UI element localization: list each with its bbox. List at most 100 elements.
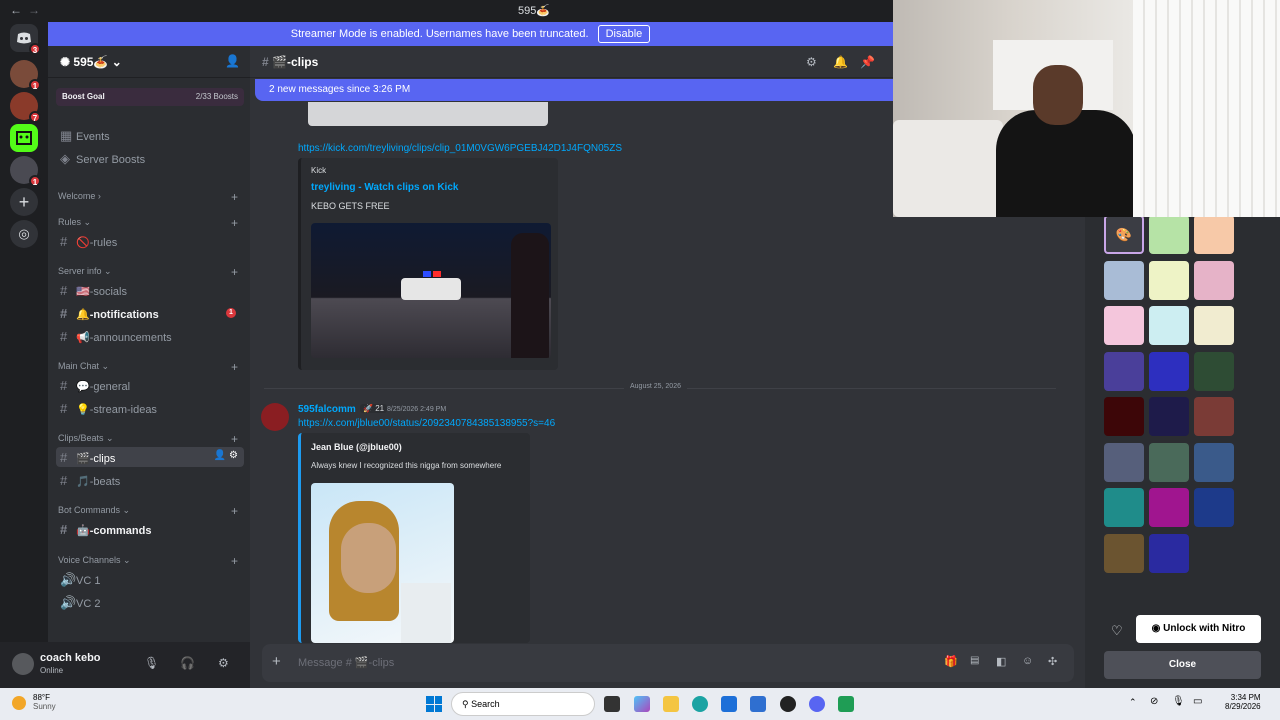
color-swatch[interactable] xyxy=(1194,306,1234,345)
channel-socials[interactable]: # 🇺🇸-socials xyxy=(56,280,244,300)
color-swatch[interactable] xyxy=(1104,533,1144,573)
bell-icon[interactable]: 🔔 xyxy=(833,55,848,69)
color-swatch[interactable] xyxy=(1104,260,1144,300)
embed-title[interactable]: treyliving - Watch clips on Kick xyxy=(311,182,458,193)
color-swatch[interactable] xyxy=(1104,397,1144,436)
sticker-icon[interactable]: ◧ xyxy=(996,655,1006,668)
color-swatch[interactable] xyxy=(1194,260,1234,300)
sidebar-item-events[interactable]: ▦ Events xyxy=(56,125,244,145)
plus-icon[interactable]: + xyxy=(272,653,281,670)
color-swatch[interactable] xyxy=(1194,351,1234,391)
close-button[interactable]: Close xyxy=(1104,651,1261,679)
category-welcome[interactable]: Welcome › + xyxy=(58,190,238,204)
task-view-icon[interactable] xyxy=(604,696,620,712)
kick-server-icon[interactable] xyxy=(10,124,38,152)
server-icon-595[interactable]: 1 xyxy=(10,60,41,91)
channel-beats[interactable]: # 🎵-beats xyxy=(56,470,244,490)
user-settings-gear-icon[interactable]: ⚙ xyxy=(218,656,229,670)
server-icon[interactable]: 1 xyxy=(10,156,41,187)
category-clips-beats[interactable]: Clips/Beats ⌄ + xyxy=(58,432,238,446)
category-main-chat[interactable]: Main Chat ⌄ + xyxy=(58,360,238,374)
add-channel-icon[interactable]: + xyxy=(231,432,238,446)
weather-widget[interactable]: 88°F Sunny xyxy=(33,693,56,711)
voice-channel-vc2[interactable]: 🔊VC 2 xyxy=(56,592,244,612)
color-swatch[interactable] xyxy=(1149,397,1189,436)
category-rules[interactable]: Rules ⌄ + xyxy=(58,216,238,230)
add-channel-icon[interactable]: + xyxy=(231,265,238,279)
copilot-icon[interactable] xyxy=(634,696,650,712)
display-icon[interactable]: ▭ xyxy=(1193,696,1202,707)
add-channel-icon[interactable]: + xyxy=(231,504,238,518)
voice-channel-vc1[interactable]: 🔊VC 1 xyxy=(56,569,244,589)
color-swatch[interactable] xyxy=(1149,533,1189,573)
color-swatch[interactable] xyxy=(1194,397,1234,436)
forward-arrow-icon[interactable]: → xyxy=(28,3,40,17)
category-voice-channels[interactable]: Voice Channels ⌄ + xyxy=(58,554,238,568)
embed-image[interactable] xyxy=(308,102,548,126)
channel-commands[interactable]: # 🤖-commands xyxy=(56,519,244,539)
custom-color-swatch[interactable]: 🎨 xyxy=(1104,215,1144,254)
taskbar-search[interactable]: ⚲ Search xyxy=(451,692,595,716)
color-swatch[interactable] xyxy=(1194,488,1234,527)
add-server-icon[interactable]: + xyxy=(10,188,38,216)
server-header[interactable]: ✺ 595🍝 ⌄ 👤 xyxy=(48,46,250,78)
add-channel-icon[interactable]: + xyxy=(231,216,238,230)
windows-start-icon[interactable] xyxy=(426,696,442,712)
channel-notifications[interactable]: # 🔔-notifications 1 xyxy=(56,303,244,323)
threads-icon[interactable]: ⚙ xyxy=(806,55,817,69)
channel-clips[interactable]: # 🎬-clips 👤 ⚙ xyxy=(56,447,244,467)
gif-icon[interactable]: ▤ xyxy=(970,655,979,666)
add-channel-icon[interactable]: + xyxy=(231,360,238,374)
headphones-icon[interactable]: 🎧 xyxy=(180,656,195,670)
microphone-icon[interactable]: 🎙 xyxy=(1172,696,1185,707)
apps-icon[interactable]: ✣ xyxy=(1048,655,1057,668)
new-messages-bar[interactable]: 2 new messages since 3:26 PM xyxy=(255,79,895,101)
back-arrow-icon[interactable]: ← xyxy=(10,3,22,17)
emoji-icon[interactable]: ☺ xyxy=(1022,655,1033,667)
embed-author[interactable]: Jean Blue (@jblue00) xyxy=(311,442,402,452)
message-input[interactable]: Message # 🎬-clips xyxy=(298,656,394,669)
add-channel-icon[interactable]: + xyxy=(231,554,238,568)
system-clock[interactable]: 3:34 PM 8/29/2026 xyxy=(1225,693,1261,711)
discord-icon[interactable] xyxy=(809,696,825,712)
message-author[interactable]: 595falcomm xyxy=(298,404,356,415)
color-swatch[interactable] xyxy=(1149,442,1189,482)
heart-icon[interactable]: ♡ xyxy=(1111,623,1123,639)
category-server-info[interactable]: Server info ⌄ + xyxy=(58,265,238,279)
message-link[interactable]: https://kick.com/treyliving/clips/clip_0… xyxy=(298,143,622,154)
color-swatch[interactable] xyxy=(1104,351,1144,391)
channel-general[interactable]: # 💬-general xyxy=(56,375,244,395)
color-swatch[interactable] xyxy=(1104,488,1144,527)
embed-image[interactable] xyxy=(311,483,454,643)
color-swatch[interactable] xyxy=(1149,351,1189,391)
channel-announcements[interactable]: # 📢-announcements xyxy=(56,326,244,346)
channel-settings-icon[interactable]: 👤 ⚙ xyxy=(214,450,238,461)
pin-icon[interactable]: 📌 xyxy=(860,55,875,69)
add-channel-icon[interactable]: + xyxy=(231,190,238,204)
color-swatch[interactable] xyxy=(1149,260,1189,300)
store-icon[interactable] xyxy=(721,696,737,712)
microphone-icon[interactable]: 🎙 xyxy=(144,656,159,670)
message-composer[interactable]: + Message # 🎬-clips 🎁 ▤ ◧ ☺ ✣ xyxy=(262,644,1074,682)
channel-stream-ideas[interactable]: # 💡-stream-ideas xyxy=(56,398,244,418)
message-link[interactable]: https://x.com/jblue00/status/20923407843… xyxy=(298,418,555,429)
color-swatch[interactable] xyxy=(1104,306,1144,345)
chevron-up-icon[interactable]: ⌃ xyxy=(1129,697,1137,708)
color-swatch[interactable] xyxy=(1194,442,1234,482)
color-swatch[interactable] xyxy=(1194,215,1234,254)
color-swatch[interactable] xyxy=(1149,215,1189,254)
avatar[interactable] xyxy=(12,653,34,675)
unlock-nitro-button[interactable]: ◉ Unlock with Nitro xyxy=(1136,615,1261,643)
avatar[interactable] xyxy=(261,403,289,431)
boost-goal-bar[interactable]: Boost Goal 2/33 Boosts xyxy=(56,88,244,106)
gift-icon[interactable]: 🎁 xyxy=(944,655,958,668)
discover-icon[interactable]: ◎ xyxy=(10,220,38,248)
color-swatch[interactable] xyxy=(1149,488,1189,527)
color-swatch[interactable] xyxy=(1149,306,1189,345)
app-icon[interactable] xyxy=(838,696,854,712)
server-icon[interactable]: 7 xyxy=(10,92,41,123)
discord-home-icon[interactable]: 3 xyxy=(10,24,41,55)
disable-button[interactable]: Disable xyxy=(597,25,651,43)
embed-video-thumbnail[interactable] xyxy=(311,223,551,358)
sidebar-item-server-boosts[interactable]: ◈ Server Boosts xyxy=(56,148,244,168)
